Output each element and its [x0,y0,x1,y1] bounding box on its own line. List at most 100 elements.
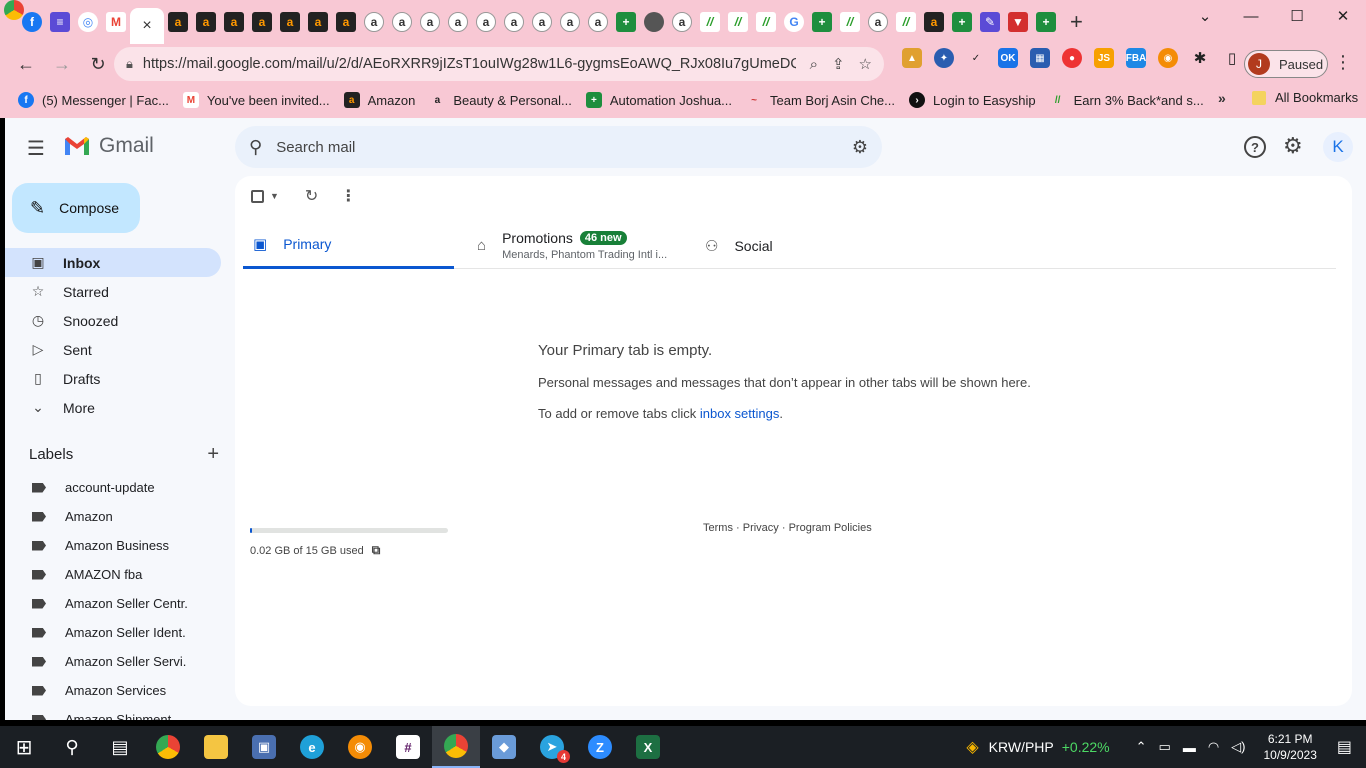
amazon-tab-icon[interactable]: a [280,12,300,32]
search-icon[interactable]: ⚲ [48,726,96,768]
label-item[interactable]: Amazon Seller Ident. [5,618,221,647]
chrome-app-icon[interactable] [144,726,192,768]
side-panel-icon[interactable]: ▯ [1222,48,1242,68]
browser-menu-icon[interactable]: ⋮ [1334,52,1352,73]
compose-button[interactable]: ✎ Compose [12,183,140,233]
chevron-up-icon[interactable]: ⌃ [1136,739,1147,755]
reload-icon[interactable]: ↻ [82,48,114,80]
gmail-tab-icon[interactable]: M [106,12,126,32]
settings-gear-icon[interactable]: ⚙ [1283,133,1303,159]
gmail-logo[interactable]: Gmail [63,134,154,158]
tab-promotions[interactable]: ⌂ Promotions 46 new Menards, Phantom Tra… [477,222,667,269]
amazon-tab-icon[interactable]: a [672,12,692,32]
sheets-tab-icon[interactable]: + [812,12,832,32]
zoom-app-icon[interactable]: Z [576,726,624,768]
triangle-tab-icon[interactable]: ▼ [1008,12,1028,32]
refresh-icon[interactable]: ↻ [305,186,318,206]
extension-js-icon[interactable]: JS [1094,48,1114,68]
extension-icon[interactable]: ● [1062,48,1082,68]
amazon-tab-icon[interactable]: a [560,12,580,32]
label-item[interactable]: Amazon Seller Servi. [5,647,221,676]
facebook-tab-icon[interactable]: f [22,12,42,32]
battery-icon[interactable]: ▬ [1183,740,1196,755]
cashback-tab-icon[interactable]: // [700,12,720,32]
label-item[interactable]: Amazon Services [5,676,221,705]
forward-icon[interactable]: → [46,48,78,80]
amazon-tab-icon[interactable]: a [168,12,188,32]
close-icon[interactable]: × [142,17,151,35]
privacy-link[interactable]: Privacy [743,522,779,534]
amazon-tab-icon[interactable]: a [252,12,272,32]
main-menu-icon[interactable]: ☰ [27,136,45,161]
active-tab[interactable]: × [130,8,164,44]
chrome-tab-icon[interactable] [4,0,24,20]
ticker-pair[interactable]: KRW/PHP [989,739,1054,755]
meet-icon[interactable]: ▭ [1159,739,1171,755]
amazon-tab-icon[interactable]: a [420,12,440,32]
extension-ok-icon[interactable]: OK [998,48,1018,68]
select-all-checkbox[interactable] [251,189,264,203]
site-info-icon[interactable]: 🔒︎ [126,56,133,72]
all-bookmarks[interactable]: All Bookmarks [1252,90,1358,105]
amazon-tab-icon[interactable]: a [504,12,524,32]
more-options-icon[interactable]: ⋮ [340,186,356,206]
bookmark-item[interactable]: + Automation Joshua... [585,92,732,108]
amazon-tab-icon[interactable]: a [336,12,356,32]
sheets-tab-icon[interactable]: + [616,12,636,32]
tab-search-icon[interactable]: ⌄ [1182,0,1228,32]
volume-icon[interactable]: ◁) [1231,739,1245,755]
bookmark-star-icon[interactable]: ☆ [859,55,872,73]
label-item[interactable]: AMAZON fba [5,560,221,589]
tab-primary[interactable]: ▣ Primary [243,222,454,269]
currency-ticker-icon[interactable]: ◈ [966,737,978,757]
cashback-tab-icon[interactable]: // [840,12,860,32]
telegram-icon[interactable]: ➤ 4 [528,726,576,768]
sidebar-item-sent[interactable]: ▷ Sent [5,335,221,364]
notes-icon[interactable]: ◆ [480,726,528,768]
bookmark-item[interactable]: a Beauty & Personal... [429,92,572,108]
sidebar-item-starred[interactable]: ☆ Starred [5,277,221,306]
list-tab-icon[interactable]: ≡ [50,12,70,32]
sheets-tab-icon[interactable]: + [1036,12,1056,32]
bookmark-item[interactable]: a Amazon [343,92,415,108]
cashback-tab-icon[interactable]: // [728,12,748,32]
sheets-tab-icon[interactable]: + [952,12,972,32]
bookmark-item[interactable]: M You've been invited... [182,92,330,108]
google-tab-icon[interactable]: G [784,12,804,32]
label-item[interactable]: Amazon Business [5,531,221,560]
amazon-tab-icon[interactable]: a [196,12,216,32]
bookmark-item[interactable]: ~ Team Borj Asin Che... [746,92,895,108]
sidebar-item-more[interactable]: ⌄ More [5,393,221,422]
vpn-icon[interactable]: ◉ [336,726,384,768]
minimize-icon[interactable]: — [1228,0,1274,32]
label-item[interactable]: Amazon [5,502,221,531]
amazon-tab-icon[interactable]: a [868,12,888,32]
edge-icon[interactable]: e [288,726,336,768]
extension-icon[interactable]: ✓ [966,48,986,68]
search-icon[interactable]: ⚲ [249,137,262,158]
windows-start-icon[interactable]: ⊞ [0,726,48,768]
amazon-tab-icon[interactable]: a [924,12,944,32]
close-window-icon[interactable]: ✕ [1320,0,1366,32]
puzzle-icon[interactable]: ✱ [1190,48,1210,68]
label-item[interactable]: account-update [5,473,221,502]
search-input[interactable] [276,138,852,156]
address-bar[interactable]: 🔒︎ https://mail.google.com/mail/u/2/d/AE… [114,47,884,81]
url-text[interactable]: https://mail.google.com/mail/u/2/d/AEoRX… [143,56,796,72]
amazon-tab-icon[interactable]: a [392,12,412,32]
task-view-icon[interactable]: ▤ [96,726,144,768]
amazon-tab-icon[interactable]: a [532,12,552,32]
excel-icon[interactable]: X [624,726,672,768]
slack-icon[interactable]: # [384,726,432,768]
terms-link[interactable]: Terms [703,522,733,534]
amazon-tab-icon[interactable]: a [224,12,244,32]
amazon-tab-icon[interactable]: a [308,12,328,32]
notification-icon[interactable]: ▤ [1337,737,1352,757]
sidebar-item-drafts[interactable]: ▯ Drafts [5,364,221,393]
bookmark-item[interactable]: f (5) Messenger | Fac... [18,92,169,108]
cashback-tab-icon[interactable]: // [756,12,776,32]
open-external-icon[interactable]: ⧉ [372,543,381,558]
tab-social[interactable]: ⚇ Social [705,222,773,269]
back-icon[interactable]: ← [10,48,42,80]
sidebar-item-inbox[interactable]: ▣ Inbox [5,248,221,277]
